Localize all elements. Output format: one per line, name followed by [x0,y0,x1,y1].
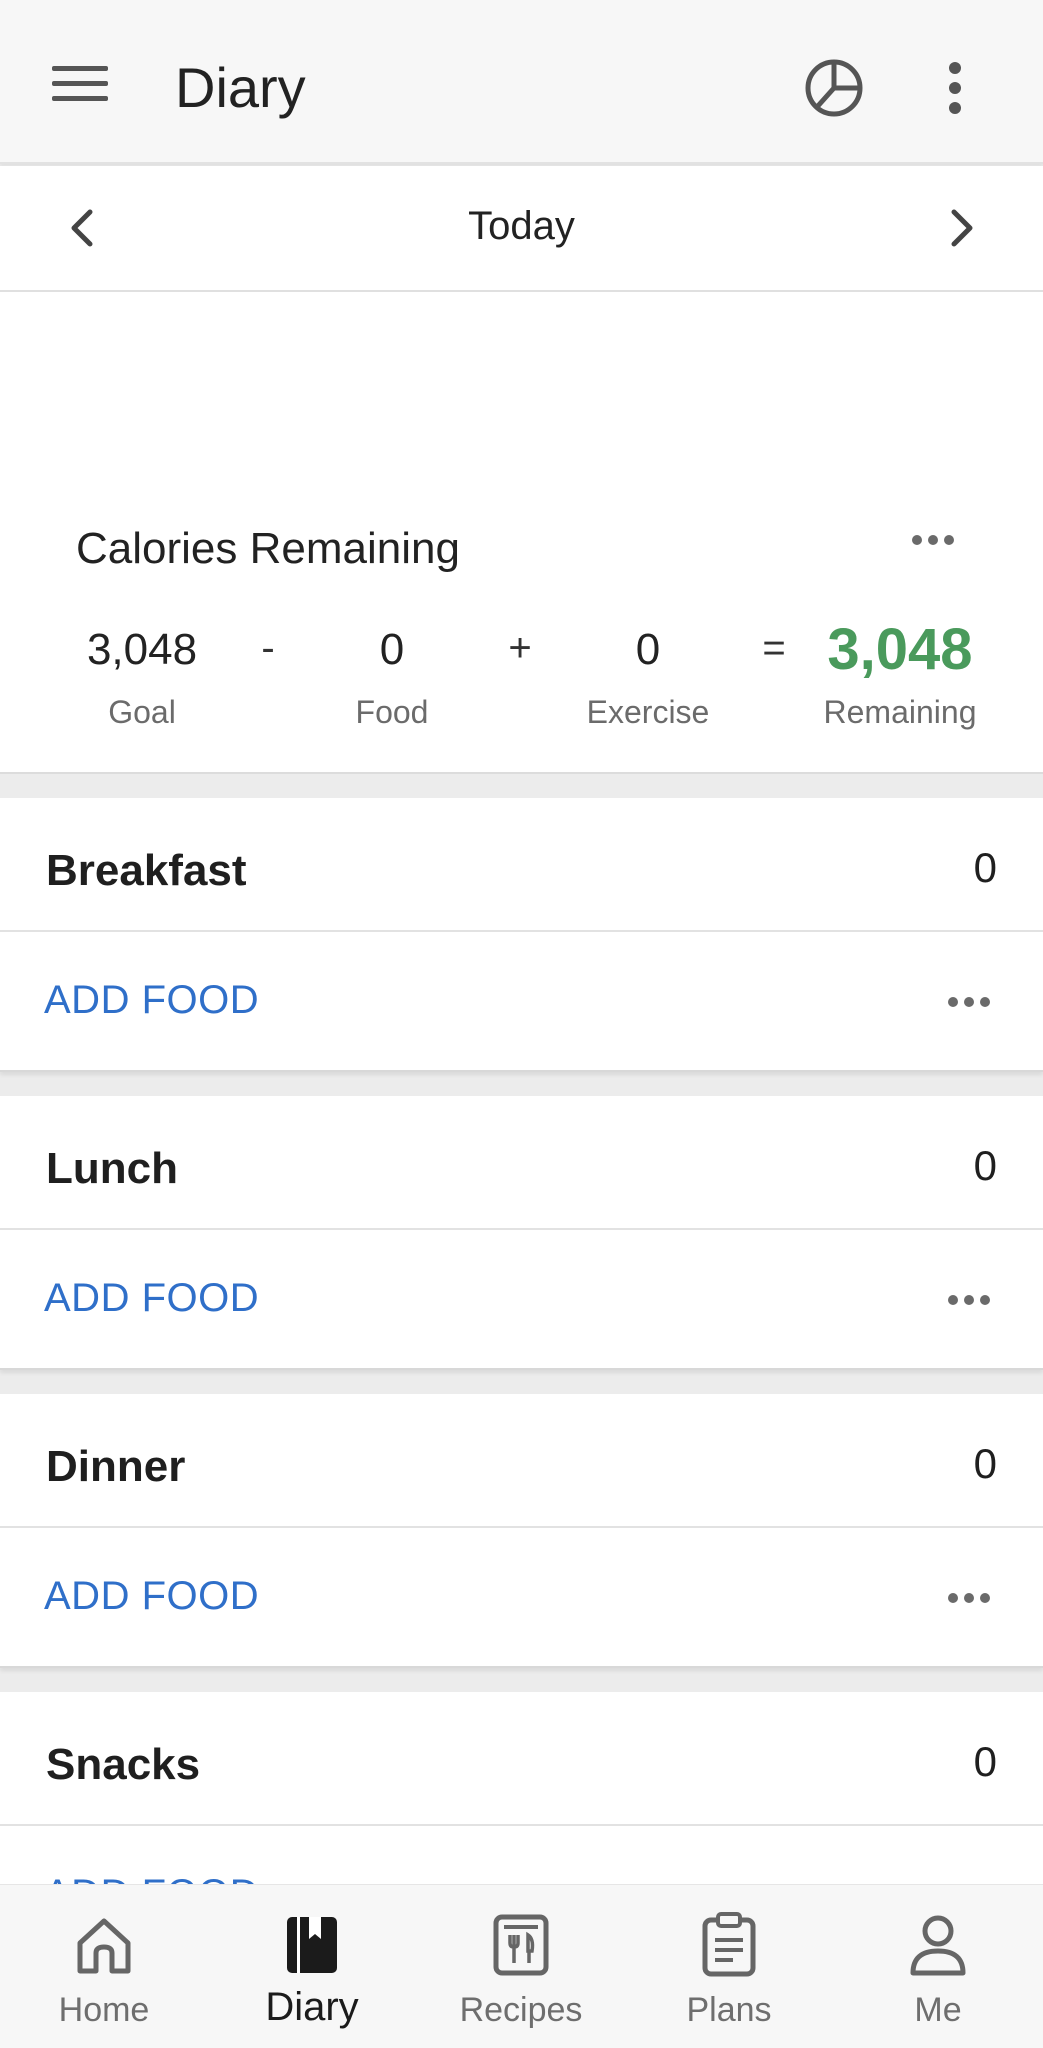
dot [964,1593,974,1603]
meal-header[interactable]: Breakfast 0 [0,798,1043,932]
dot [948,1295,958,1305]
dot [948,1593,958,1603]
dot [980,1295,990,1305]
minus-operator: - [261,626,275,670]
recipes-icon [493,1914,549,1976]
meal-section-lunch: Lunch 0 ADD FOOD [0,1096,1043,1370]
meal-header[interactable]: Snacks 0 [0,1692,1043,1826]
home-icon [77,1918,131,1974]
plus-operator: + [508,626,532,670]
page-title: Diary [175,56,306,119]
meal-name: Lunch [46,1144,178,1193]
meal-calories: 0 [973,844,997,891]
next-day-button[interactable] [930,196,994,260]
nutrition-chart-button[interactable] [796,50,872,126]
dot [980,997,990,1007]
food-label: Food [355,694,429,730]
goal-column: 3,048 Goal [42,622,242,731]
chevron-right-icon [951,209,973,247]
app-bar: Diary [0,0,1043,164]
meal-header[interactable]: Dinner 0 [0,1394,1043,1528]
add-food-button[interactable]: ADD FOOD [44,1276,259,1321]
dot [980,1593,990,1603]
pie-chart-icon [805,59,863,117]
meal-header[interactable]: Lunch 0 [0,1096,1043,1230]
exercise-label: Exercise [586,694,710,730]
goal-value: 3,048 [86,625,198,674]
meal-more-button[interactable] [934,1578,1004,1618]
nav-label: Recipes [459,1991,583,2029]
equals-operator: = [762,626,786,670]
remaining-value: 3,048 [827,617,973,682]
nav-label: Home [58,1991,150,2029]
nav-plans[interactable]: Plans [625,1885,833,2048]
exercise-column: 0 Exercise [548,622,748,731]
dot [964,997,974,1007]
dot [964,1295,974,1305]
food-column: 0 Food [292,622,492,731]
meal-more-button[interactable] [934,1280,1004,1320]
date-label[interactable]: Today [0,204,1043,249]
nav-label: Plans [686,1991,772,2029]
calories-remaining-card: Calories Remaining 3,048 Goal - 0 Food +… [0,292,1043,774]
meal-calories: 0 [973,1738,997,1785]
bottom-navigation: Home Diary Recipes Plans Me [0,1884,1043,2048]
clipboard-icon [702,1912,756,1977]
dot [928,535,938,545]
diary-book-icon [287,1917,337,1973]
remaining-label: Remaining [823,694,977,730]
person-icon [910,1915,966,1976]
nav-label: Me [914,1991,962,2029]
meal-calories: 0 [973,1440,997,1487]
add-food-button[interactable]: ADD FOOD [44,1574,259,1619]
goal-label: Goal [108,694,176,730]
nav-diary[interactable]: Diary [208,1885,416,2048]
meal-name: Breakfast [46,846,247,895]
remaining-column: 3,048 Remaining [800,617,1000,731]
meal-section-dinner: Dinner 0 ADD FOOD [0,1394,1043,1668]
nav-home[interactable]: Home [0,1885,208,2048]
nav-label: Diary [265,1985,359,2029]
meal-more-button[interactable] [934,982,1004,1022]
calories-remaining-title: Calories Remaining [76,524,460,573]
nav-recipes[interactable]: Recipes [417,1885,625,2048]
meal-name: Snacks [46,1740,201,1789]
meal-name: Dinner [46,1442,186,1491]
date-navigator: Today [0,166,1043,292]
meal-calories: 0 [973,1142,997,1189]
vertical-dots-icon [949,62,961,114]
dot [912,535,922,545]
overflow-menu-button[interactable] [930,50,980,126]
calories-more-button[interactable] [898,520,968,560]
calorie-equation: 3,048 Goal - 0 Food + 0 Exercise = 3,048… [0,617,1043,752]
exercise-value: 0 [635,625,661,674]
nav-me[interactable]: Me [834,1885,1042,2048]
dot [944,535,954,545]
hamburger-menu-icon [52,66,108,101]
food-value: 0 [379,625,405,674]
dot [948,997,958,1007]
add-food-button[interactable]: ADD FOOD [44,978,259,1023]
meal-section-breakfast: Breakfast 0 ADD FOOD [0,798,1043,1072]
menu-button[interactable] [44,52,116,116]
